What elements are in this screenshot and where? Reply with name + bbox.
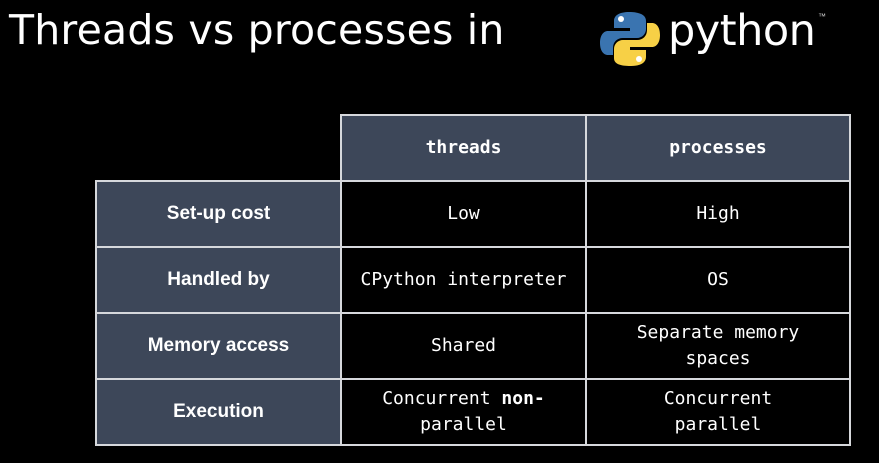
cell-processes-setup-cost: High: [585, 180, 851, 248]
column-header-processes: processes: [585, 114, 851, 182]
cell-threads-memory-access: Shared: [340, 312, 587, 380]
threads-execution-suffix: parallel: [420, 414, 507, 435]
cell-processes-memory-access: Separate memory spaces: [585, 312, 851, 380]
comparison-table: threads processes Set-up cost Low High H…: [95, 114, 851, 446]
column-header-threads: threads: [340, 114, 587, 182]
cell-processes-execution: Concurrent parallel: [585, 378, 851, 446]
cell-threads-execution: Concurrent non- parallel: [340, 378, 587, 446]
cell-processes-memory-access-text: Separate memory spaces: [636, 322, 800, 369]
table-row: Set-up cost Low High: [95, 180, 851, 248]
slide-title: Threads vs processes in: [9, 6, 505, 54]
cell-threads-execution-text: Concurrent non- parallel: [382, 386, 545, 438]
threads-execution-prefix: Concurrent: [382, 388, 502, 409]
corner-blank: [96, 115, 341, 181]
cell-threads-setup-cost: Low: [340, 180, 587, 248]
cell-processes-execution-text: Concurrent parallel: [663, 388, 773, 435]
table-header-row: threads processes: [96, 114, 851, 182]
threads-execution-emphasis: non-: [501, 388, 545, 409]
row-header-memory-access: Memory access: [95, 312, 342, 380]
trademark-mark: ™: [818, 12, 826, 21]
row-header-handled-by: Handled by: [95, 246, 342, 314]
row-header-setup-cost: Set-up cost: [95, 180, 342, 248]
python-snake-icon: [600, 12, 660, 66]
cell-processes-handled-by: OS: [585, 246, 851, 314]
python-wordmark: python: [668, 6, 816, 56]
python-logo: python ™: [600, 4, 840, 68]
row-header-execution: Execution: [95, 378, 342, 446]
table-row: Handled by CPython interpreter OS: [95, 246, 851, 314]
table-row: Execution Concurrent non- parallel Concu…: [95, 378, 851, 446]
cell-threads-handled-by: CPython interpreter: [340, 246, 587, 314]
table-row: Memory access Shared Separate memory spa…: [95, 312, 851, 380]
